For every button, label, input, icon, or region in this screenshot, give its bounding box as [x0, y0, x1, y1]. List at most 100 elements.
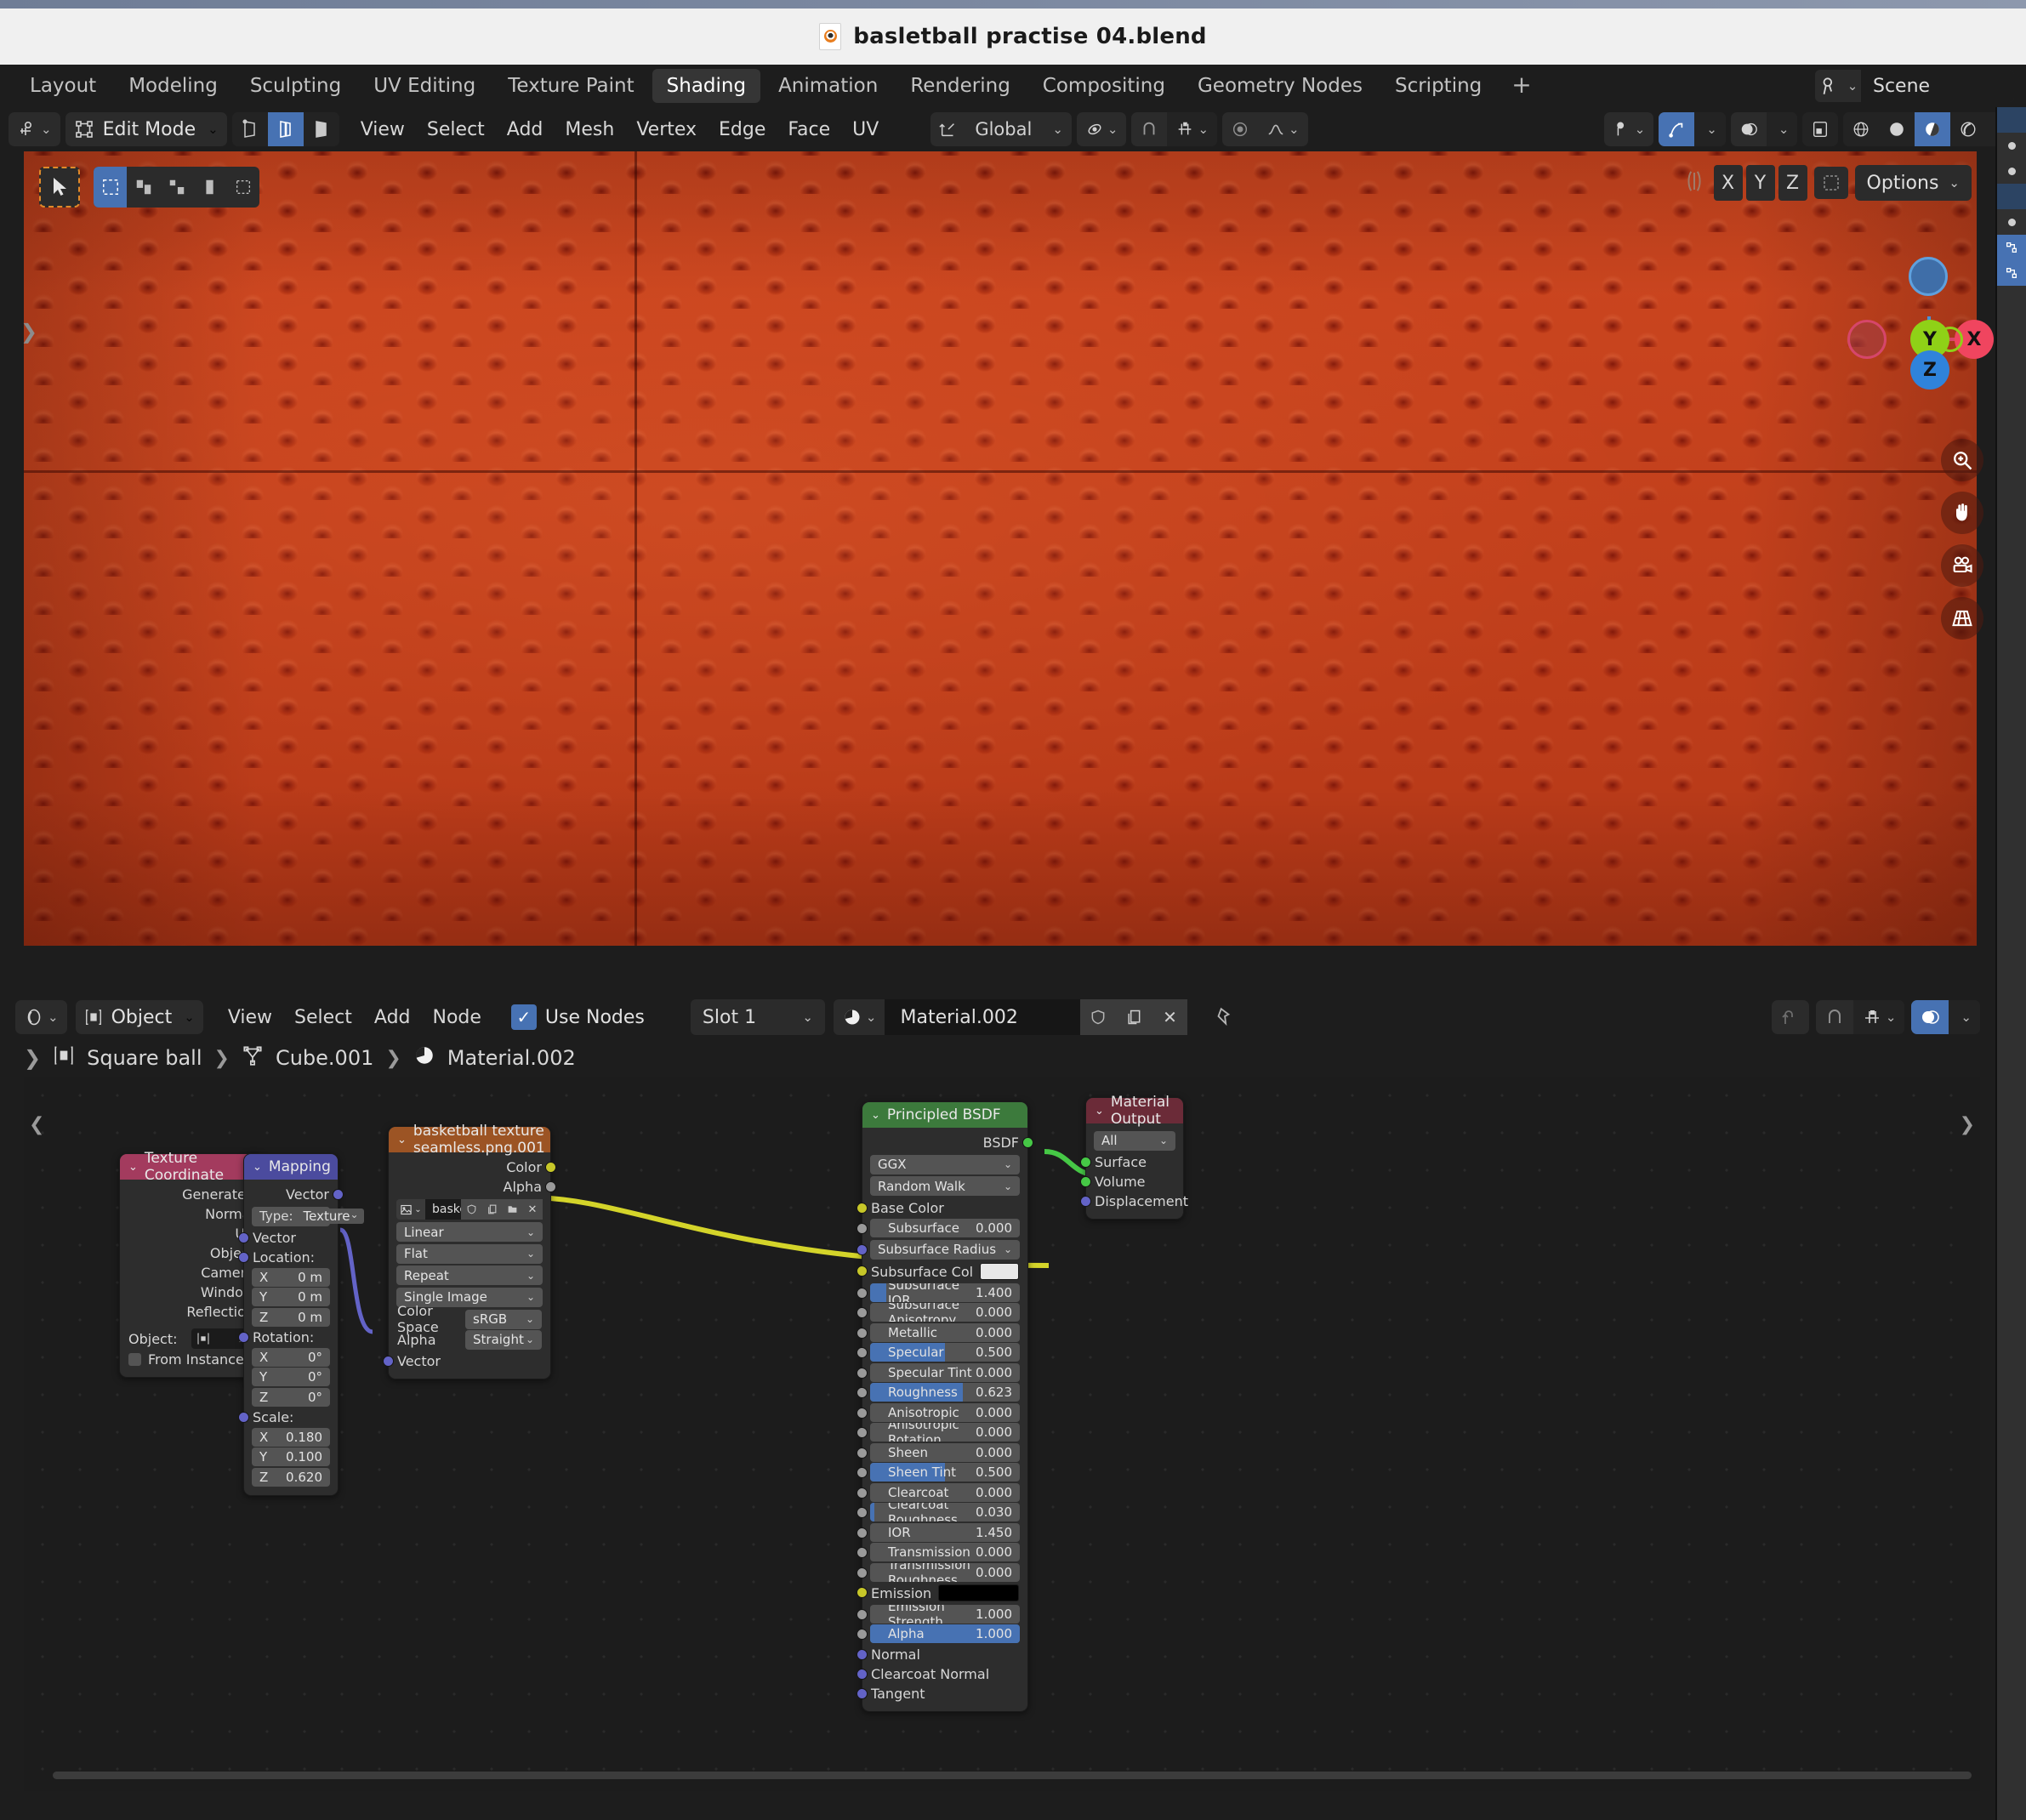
- open-folder-icon[interactable]: [502, 1199, 522, 1220]
- mirror-axis-z[interactable]: Z: [1778, 165, 1807, 201]
- node-socket-vector[interactable]: [238, 1252, 249, 1263]
- snap-group[interactable]: ⌄: [1131, 112, 1218, 146]
- select-box-dashed-icon[interactable]: [226, 167, 259, 208]
- xray-icon[interactable]: [1802, 112, 1839, 146]
- new-material-copy-icon[interactable]: [1116, 999, 1152, 1035]
- fake-user-shield-icon[interactable]: [461, 1199, 481, 1220]
- node-socket-color[interactable]: [856, 1265, 868, 1277]
- editor-type-icon[interactable]: ⌄: [9, 112, 60, 146]
- snap-parent-button[interactable]: [1771, 1000, 1809, 1034]
- shader-menu-node[interactable]: Node: [422, 1003, 492, 1032]
- bsdf-distribution-selector[interactable]: GGX ⌄: [870, 1154, 1020, 1174]
- bsdf-subsurface-method-selector[interactable]: Random Walk ⌄: [870, 1176, 1020, 1196]
- mapping-scale-z-field[interactable]: Z 0.620: [252, 1467, 330, 1487]
- workspace-tab-uv-editing[interactable]: UV Editing: [359, 69, 490, 103]
- node-socket-vector[interactable]: [856, 1648, 868, 1660]
- circle-select-icon[interactable]: [160, 167, 193, 208]
- proportional-edit-icon[interactable]: [1222, 112, 1258, 146]
- workspace-tab-shading[interactable]: Shading: [652, 69, 761, 103]
- node-overlays-group[interactable]: ⌄: [1911, 1000, 1980, 1034]
- shader-editor-icon[interactable]: ⌄: [15, 1000, 67, 1034]
- mirror-axis-buttons[interactable]: X Y Z: [1713, 165, 1807, 201]
- viewport-sidebar-open-arrow-left[interactable]: ❯: [20, 320, 37, 344]
- shader-type-selector[interactable]: Object ⌄: [75, 1000, 203, 1034]
- mirror-axis-y[interactable]: Y: [1745, 165, 1775, 201]
- bsdf-input-roughness[interactable]: Roughness 0.623: [870, 1383, 1020, 1402]
- workspace-tab-layout[interactable]: Layout: [15, 69, 111, 103]
- material-output-target-selector[interactable]: All ⌄: [1094, 1130, 1175, 1151]
- magnet-icon[interactable]: [1131, 112, 1167, 146]
- node-socket-gray[interactable]: [856, 1527, 868, 1538]
- proportional-edit-group[interactable]: ⌄: [1222, 112, 1308, 146]
- node-socket-gray[interactable]: [856, 1307, 868, 1318]
- smooth-falloff-icon[interactable]: ⌄: [1258, 112, 1308, 146]
- node-principled-bsdf[interactable]: ⌄ Principled BSDF BSDF GGX ⌄ Random Walk ⌄ Base…: [856, 1101, 1033, 1712]
- properties-tab-world[interactable]: [1997, 209, 2026, 235]
- breadcrumb-material-label[interactable]: Material.002: [447, 1046, 576, 1070]
- from-instancer-checkbox[interactable]: [128, 1352, 141, 1366]
- snap-parent-icon[interactable]: [1772, 1000, 1809, 1034]
- bsdf-input-metallic[interactable]: Metallic 0.000: [870, 1322, 1020, 1342]
- bsdf-input-ior[interactable]: IOR 1.450: [870, 1522, 1020, 1542]
- workspace-tab-compositing[interactable]: Compositing: [1028, 69, 1180, 103]
- node-socket-shader[interactable]: [1022, 1137, 1033, 1148]
- bsdf-input-sheen-tint[interactable]: Sheen Tint 0.500: [870, 1463, 1020, 1482]
- node-socket-gray[interactable]: [856, 1487, 868, 1499]
- shader-editor-type-button[interactable]: ⌄: [15, 1000, 67, 1034]
- mapping-rotation-y-field[interactable]: Y 0°: [252, 1368, 330, 1386]
- node-socket-vector[interactable]: [1080, 1196, 1091, 1207]
- solid-shading-icon[interactable]: [1879, 112, 1915, 146]
- lasso-select-icon[interactable]: [127, 167, 160, 208]
- overlays-icon[interactable]: [1911, 1000, 1949, 1034]
- scene-selector[interactable]: ⌄ Scene: [1815, 70, 2014, 102]
- node-socket-gray[interactable]: [856, 1629, 868, 1640]
- workspace-tab-animation[interactable]: Animation: [764, 69, 892, 103]
- node-sidebar-arrow-right[interactable]: ❯: [1960, 1114, 1975, 1135]
- workspace-tab-scripting[interactable]: Scripting: [1380, 69, 1496, 103]
- workspace-tab-geometry-nodes[interactable]: Geometry Nodes: [1183, 69, 1377, 103]
- pin-icon[interactable]: [1204, 1000, 1243, 1034]
- visibility-icon[interactable]: ⌄: [1604, 112, 1654, 146]
- node-socket-gray[interactable]: [856, 1327, 868, 1339]
- mesh-select-mode-group[interactable]: [231, 112, 339, 146]
- xray-toggle[interactable]: [1802, 112, 1839, 146]
- face-select-icon[interactable]: [303, 112, 339, 146]
- node-socket-gray[interactable]: [856, 1287, 868, 1299]
- node-header-material-output[interactable]: ⌄ Material Output: [1086, 1094, 1183, 1128]
- magnet-icon[interactable]: [1816, 1000, 1853, 1034]
- viewport-menu-add[interactable]: Add: [496, 115, 555, 145]
- bsdf-input-emission-strength[interactable]: Emission Strength 1.000: [870, 1604, 1020, 1624]
- node-socket-gray[interactable]: [856, 1547, 868, 1558]
- vertex-select-icon[interactable]: [231, 112, 268, 146]
- editor-type-button[interactable]: ⌄: [9, 112, 60, 146]
- node-material-output[interactable]: ⌄ Material Output All ⌄ Surface Volume Displac…: [1080, 1094, 1188, 1220]
- properties-tab-output[interactable]: [1997, 133, 2026, 158]
- scene-name[interactable]: Scene: [1861, 70, 2014, 102]
- node-socket-gray[interactable]: [856, 1387, 868, 1398]
- mapping-rotation-x-field[interactable]: X 0°: [252, 1347, 330, 1367]
- mapping-location-y-field[interactable]: Y 0 m: [252, 1288, 330, 1306]
- node-socket-vector[interactable]: [856, 1243, 868, 1255]
- node-socket-gray[interactable]: [856, 1567, 868, 1578]
- workspace-tab-sculpting[interactable]: Sculpting: [236, 69, 356, 103]
- workspace-tab-texture-paint[interactable]: Texture Paint: [493, 69, 648, 103]
- workspace-tab-rendering[interactable]: Rendering: [896, 69, 1024, 103]
- overlays-icon[interactable]: [1731, 112, 1767, 146]
- bsdf-input-subsurface-radius[interactable]: Subsurface Radius ⌄: [870, 1239, 1020, 1260]
- wireframe-shading-icon[interactable]: [1843, 112, 1880, 146]
- node-socket-vector[interactable]: [856, 1668, 868, 1680]
- node-socket-vector[interactable]: [856, 1687, 868, 1699]
- mapping-scale-x-field[interactable]: X 0.180: [252, 1427, 330, 1447]
- node-socket-color[interactable]: [856, 1587, 868, 1598]
- viewport-menu-face[interactable]: Face: [777, 115, 841, 145]
- viewport-nav-buttons[interactable]: [1941, 439, 1983, 640]
- node-header-image-texture[interactable]: ⌄ basketball texture seamless.png.001: [389, 1123, 550, 1157]
- bsdf-input-transmission[interactable]: Transmission 0.000: [870, 1543, 1020, 1561]
- node-image-texture[interactable]: ⌄ basketball texture seamless.png.001 Colo…: [383, 1123, 556, 1379]
- orientation-label[interactable]: Global: [966, 112, 1040, 146]
- snap-node-icon[interactable]: ⌄: [1852, 1000, 1905, 1034]
- gizmo-ball-neg-x[interactable]: [1847, 320, 1887, 359]
- node-socket-shader[interactable]: [1080, 1157, 1091, 1168]
- rendered-shading-icon[interactable]: [1950, 112, 1987, 146]
- image-alpha-selector[interactable]: Straight ⌄: [465, 1329, 542, 1350]
